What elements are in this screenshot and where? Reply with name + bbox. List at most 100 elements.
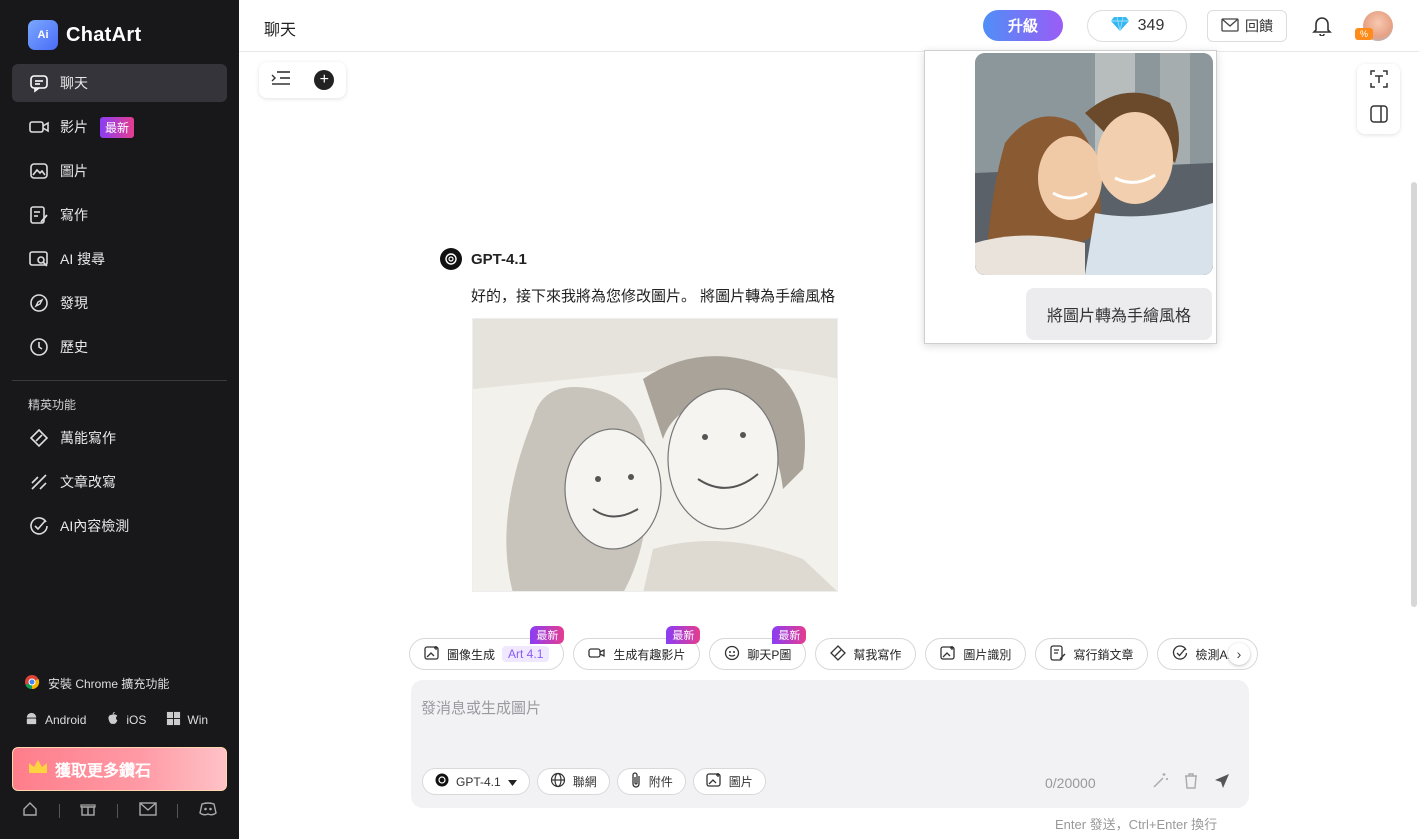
chrome-extension-link[interactable]: 安裝 Chrome 擴充功能 xyxy=(24,674,169,693)
image-icon xyxy=(28,160,50,182)
sidebar-item-history[interactable]: 歷史 xyxy=(12,328,227,366)
sidebar: Ai ChatArt 聊天 影片 最新 圖片 寫作 AI 搜尋 發現 歷史 精英… xyxy=(0,0,239,839)
chat-icon xyxy=(28,72,50,94)
home-icon[interactable] xyxy=(22,801,38,822)
chip-label: 生成有趣影片 xyxy=(613,647,686,662)
sidebar-item-label: 文章改寫 xyxy=(60,474,116,490)
chip-image-recognition[interactable]: 圖片識別 xyxy=(925,638,1027,670)
generated-sketch-image[interactable] xyxy=(472,318,838,592)
new-badge: 最新 xyxy=(530,626,565,644)
discord-icon[interactable] xyxy=(198,801,217,821)
attach-button[interactable]: 附件 xyxy=(616,768,686,795)
check-circle-icon xyxy=(28,515,50,537)
android-link[interactable]: Android xyxy=(45,713,86,727)
scrollbar[interactable] xyxy=(1411,182,1417,607)
sidebar-item-chat[interactable]: 聊天 xyxy=(12,64,227,102)
sidebar-toggle-icon[interactable] xyxy=(271,70,291,91)
image-icon xyxy=(706,772,722,791)
sidebar-item-label: 寫作 xyxy=(60,207,88,223)
compass-icon xyxy=(28,292,50,314)
sidebar-item-ai-detect[interactable]: AI內容檢測 xyxy=(12,507,227,545)
user-message-bubble: 將圖片轉為手繪風格 xyxy=(1026,288,1212,340)
mail-icon[interactable] xyxy=(138,801,157,821)
diamond-balance[interactable]: 349 xyxy=(1087,10,1187,42)
sidebar-item-label: AI內容檢測 xyxy=(60,518,130,534)
globe-icon xyxy=(550,772,566,791)
split-panel-icon[interactable] xyxy=(1369,104,1389,129)
message-composer[interactable]: 發消息或生成圖片 GPT-4.1 聯網 附件 圖片 0/20000 xyxy=(411,680,1249,808)
pen-icon xyxy=(830,644,847,664)
ios-link[interactable]: iOS xyxy=(126,713,146,727)
model-select-label: GPT-4.1 xyxy=(456,774,501,789)
diamond-icon xyxy=(1110,16,1130,37)
chat-toolbar: + xyxy=(259,62,346,98)
chip-image-generation[interactable]: 圖像生成 Art 4.1 最新 xyxy=(409,626,565,670)
elite-nav: 萬能寫作 文章改寫 AI內容檢測 xyxy=(12,419,227,551)
original-photo[interactable] xyxy=(975,53,1213,275)
image-upload-button[interactable]: 圖片 xyxy=(692,768,766,795)
sidebar-item-universal-writing[interactable]: 萬能寫作 xyxy=(12,419,227,457)
sidebar-item-discover[interactable]: 發現 xyxy=(12,284,227,322)
sidebar-footer xyxy=(12,800,227,822)
mail-icon xyxy=(1221,17,1239,35)
char-counter: 0/20000 xyxy=(1045,775,1096,791)
model-select[interactable]: GPT-4.1 xyxy=(422,768,530,795)
message-input[interactable]: 發消息或生成圖片 xyxy=(421,697,541,718)
sidebar-divider xyxy=(12,380,227,381)
caret-down-icon xyxy=(507,775,517,789)
sidebar-item-label: 歷史 xyxy=(60,339,88,355)
image-recognize-icon xyxy=(940,645,956,664)
upgrade-button[interactable]: 升級 xyxy=(983,10,1063,41)
magic-wand-icon[interactable] xyxy=(1151,772,1169,795)
send-icon[interactable] xyxy=(1213,772,1231,795)
sidebar-item-image[interactable]: 圖片 xyxy=(12,152,227,190)
video-icon xyxy=(588,646,606,663)
web-search-label: 聯網 xyxy=(572,775,597,789)
composer-tools: GPT-4.1 聯網 附件 圖片 xyxy=(422,768,766,795)
image-upload-label: 圖片 xyxy=(728,775,753,789)
promo-label: 獲取更多鑽石 xyxy=(55,763,152,780)
page-title: 聊天 xyxy=(264,22,297,39)
get-diamonds-button[interactable]: 獲取更多鑽石 xyxy=(12,747,227,791)
paperclip-icon xyxy=(630,772,642,791)
image-gen-icon xyxy=(424,645,440,664)
notification-bell-icon[interactable] xyxy=(1311,14,1333,41)
chrome-icon xyxy=(24,674,40,693)
discount-badge-icon: % xyxy=(1355,28,1373,40)
trash-icon[interactable] xyxy=(1183,772,1199,795)
feedback-label: 回饋 xyxy=(1245,18,1273,34)
top-header: 聊天 升級 349 回饋 % xyxy=(239,0,1419,52)
app-root: Ai ChatArt 聊天 影片 最新 圖片 寫作 AI 搜尋 發現 歷史 精英… xyxy=(0,0,1419,839)
sidebar-item-rewrite[interactable]: 文章改寫 xyxy=(12,463,227,501)
attach-label: 附件 xyxy=(648,775,673,789)
history-icon xyxy=(28,336,50,358)
feedback-button[interactable]: 回饋 xyxy=(1207,10,1287,42)
chevron-right-icon[interactable]: › xyxy=(1228,643,1250,665)
sidebar-item-label: 發現 xyxy=(60,295,88,311)
windows-link[interactable]: Win xyxy=(187,713,208,727)
chip-help-write[interactable]: 幫我寫作 xyxy=(815,638,917,670)
model-name: GPT-4.1 xyxy=(471,250,527,268)
sidebar-item-video[interactable]: 影片 最新 xyxy=(12,108,227,146)
new-badge: 最新 xyxy=(772,626,807,644)
new-badge: 最新 xyxy=(666,626,701,644)
chip-fun-video[interactable]: 生成有趣影片 最新 xyxy=(573,626,701,670)
web-search-toggle[interactable]: 聯網 xyxy=(536,768,610,795)
sidebar-item-ai-search[interactable]: AI 搜尋 xyxy=(12,240,227,278)
app-name: ChatArt xyxy=(66,23,142,46)
sidebar-nav: 聊天 影片 最新 圖片 寫作 AI 搜尋 發現 歷史 xyxy=(12,64,227,372)
text-recognize-icon[interactable] xyxy=(1369,69,1389,94)
new-badge: 最新 xyxy=(100,116,135,138)
writing-icon xyxy=(28,204,50,226)
gift-icon[interactable] xyxy=(80,801,97,822)
chip-marketing-article[interactable]: 寫行銷文章 xyxy=(1035,638,1149,670)
chip-chat-photo-edit[interactable]: 聊天P圖 最新 xyxy=(709,626,807,670)
quick-actions: 圖像生成 Art 4.1 最新 生成有趣影片 最新 聊天P圖 最新 幫我寫作 圖… xyxy=(409,626,1258,672)
chip-label: 幫我寫作 xyxy=(853,647,902,662)
sidebar-item-label: AI 搜尋 xyxy=(60,251,106,267)
logo[interactable]: Ai ChatArt xyxy=(28,20,141,50)
chat-main: + GPT-4.1 好的，接下來我將為您修改圖片。 將圖片轉為手繪風格 將圖片轉… xyxy=(239,50,1419,839)
new-chat-icon[interactable]: + xyxy=(314,70,335,90)
chip-label: 寫行銷文章 xyxy=(1073,647,1134,662)
sidebar-item-writing[interactable]: 寫作 xyxy=(12,196,227,234)
